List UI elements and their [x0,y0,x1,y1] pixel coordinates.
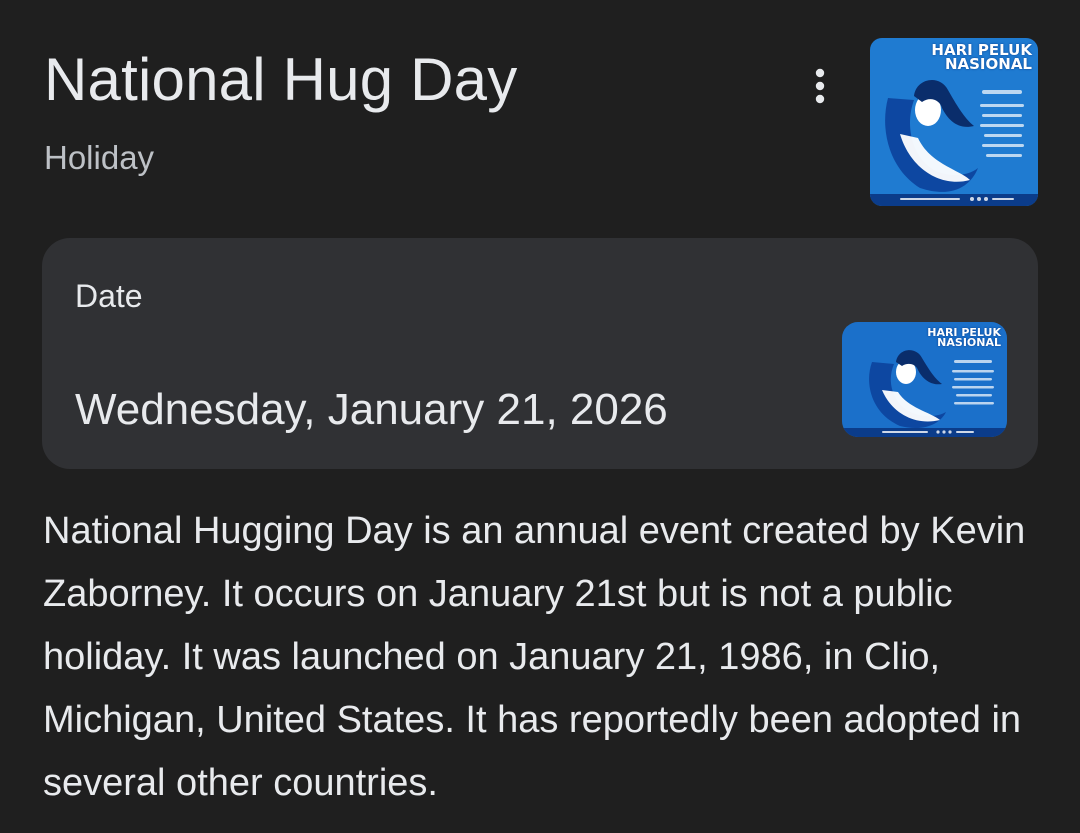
holiday-knowledge-panel: National Hug Day Holiday HARI PELUK NASI… [0,0,1080,833]
date-label: Date [75,278,143,314]
page-subtitle: Holiday [44,139,155,176]
more-options-button[interactable] [796,62,844,110]
date-value: Wednesday, January 21, 2026 [75,385,668,434]
date-card-thumbnail-caption-line2: NASIONAL [937,336,1001,350]
thumbnail-caption-line2: NASIONAL [944,54,1032,73]
more-vert-icon [815,68,825,104]
date-card-thumbnail-caption: HARI PELUK NASIONAL [871,327,1001,350]
holiday-description: National Hugging Day is an annual event … [43,510,1026,804]
date-card-thumbnail[interactable]: HARI PELUK NASIONAL [842,322,1007,437]
page-title: National Hug Day [44,46,518,113]
holiday-image-thumbnail[interactable]: HARI PELUK NASIONAL [870,38,1038,206]
thumbnail-caption: HARI PELUK NASIONAL [882,43,1032,73]
